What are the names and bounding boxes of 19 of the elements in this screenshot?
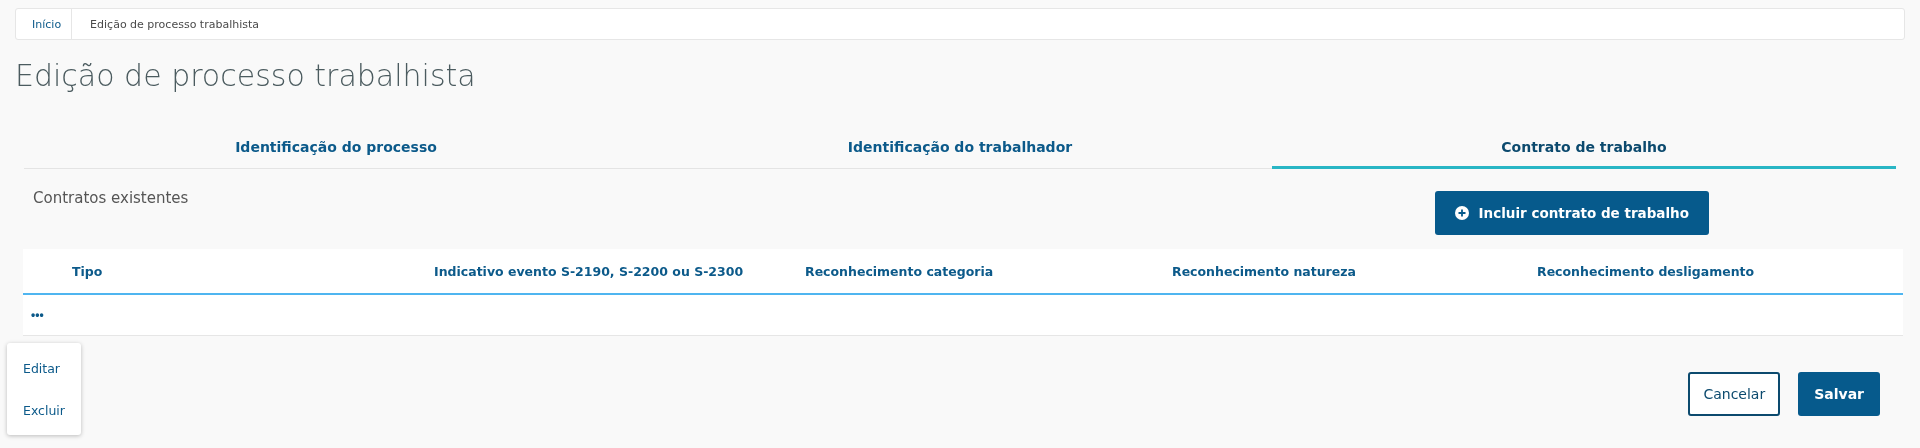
add-contract-button[interactable]: Incluir contrato de trabalho [1434, 191, 1709, 235]
cancel-button[interactable]: Cancelar [1688, 372, 1781, 416]
column-header: Reconhecimento desligamento [1537, 263, 1756, 279]
column-header: Tipo [72, 263, 104, 279]
menu-item[interactable]: Excluir [7, 389, 81, 431]
column-header: Reconhecimento categoria [805, 263, 995, 279]
page-title: Edição de processo trabalhista [15, 58, 477, 93]
save-button[interactable]: Salvar [1798, 372, 1880, 416]
plus-circle-icon [1454, 206, 1469, 220]
column-header: Reconhecimento natureza [1172, 263, 1357, 279]
menu-item[interactable]: Editar [7, 347, 81, 389]
row-actions-button[interactable]: ••• [31, 308, 44, 322]
section-title: Contratos existentes [33, 189, 189, 207]
column-header: Indicativo evento S-2190, S-2200 ou S-2300 [434, 263, 745, 279]
tab[interactable]: Contrato de trabalho [1272, 127, 1896, 169]
breadcrumb-link[interactable]: Início [24, 9, 73, 39]
breadcrumb-link[interactable]: Edição de processo trabalhista [76, 17, 270, 31]
tab[interactable]: Identificação do processo [24, 127, 648, 169]
tab[interactable]: Identificação do trabalhador [648, 127, 1272, 169]
